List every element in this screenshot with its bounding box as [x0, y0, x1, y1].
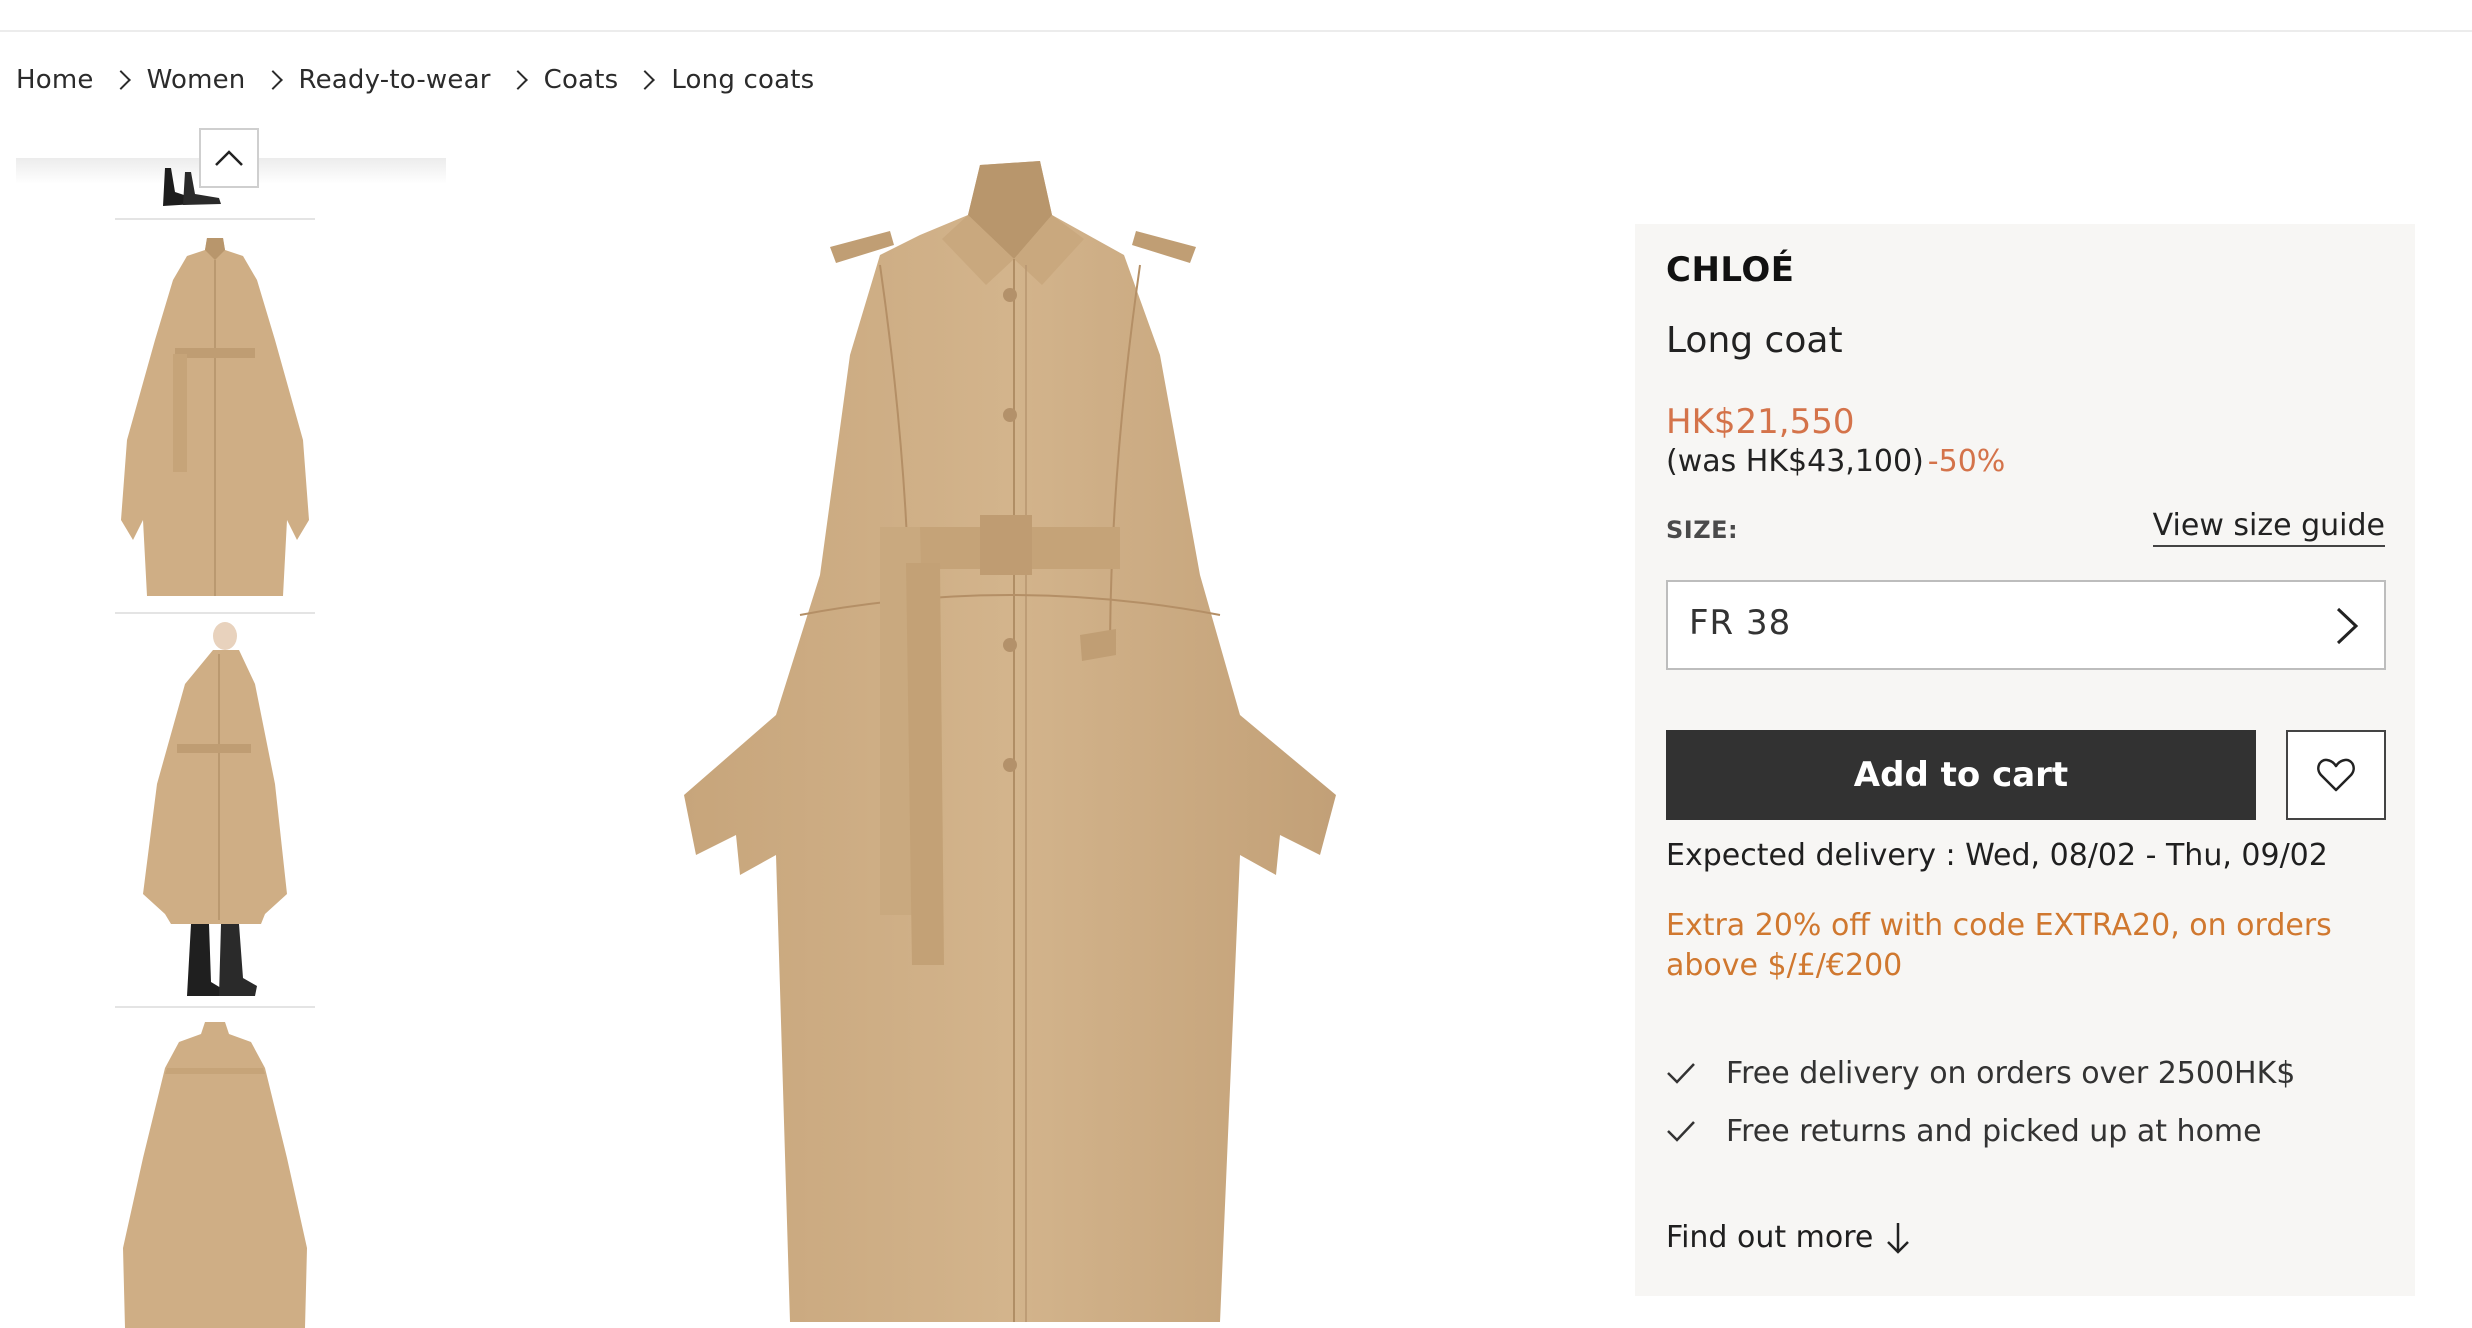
perk-item: Free returns and picked up at home	[1666, 1102, 2295, 1160]
arrow-down-icon	[1887, 1222, 1910, 1254]
chevron-up-icon	[215, 150, 243, 166]
perk-item: Free delivery on orders over 2500HK$	[1666, 1044, 2295, 1102]
find-out-more-link[interactable]: Find out more	[1666, 1220, 1911, 1255]
main-product-image[interactable]	[680, 155, 1340, 1322]
original-price: (was HK$43,100) -50%	[1666, 444, 2005, 479]
header-divider	[0, 30, 2472, 32]
size-label: SIZE:	[1666, 516, 1739, 544]
selected-size: FR 38	[1689, 603, 1792, 643]
breadcrumb-coats[interactable]: Coats	[544, 65, 619, 95]
chevron-right-icon	[262, 70, 283, 90]
chevron-right-icon	[507, 70, 528, 90]
perk-text: Free delivery on orders over 2500HK$	[1726, 1055, 2296, 1091]
size-selector[interactable]: FR 38	[1666, 580, 2386, 670]
thumbnail-back-view[interactable]	[115, 1008, 315, 1328]
expected-delivery: Expected delivery : Wed, 08/02 - Thu, 09…	[1666, 838, 2328, 873]
wishlist-button[interactable]	[2286, 730, 2386, 820]
check-icon	[1666, 1119, 1696, 1143]
breadcrumb-home[interactable]: Home	[16, 65, 94, 95]
check-icon	[1666, 1061, 1696, 1085]
breadcrumb-women[interactable]: Women	[147, 65, 246, 95]
thumbnail-rail	[16, 128, 446, 1328]
size-guide-link[interactable]: View size guide	[2152, 508, 2385, 547]
promo-message: Extra 20% off with code EXTRA20, on orde…	[1666, 908, 2332, 983]
breadcrumb-ready-to-wear[interactable]: Ready-to-wear	[299, 65, 491, 95]
chevron-right-icon	[635, 70, 656, 90]
was-price: (was HK$43,100)	[1666, 444, 1924, 479]
chevron-right-icon	[110, 70, 131, 90]
perks-list: Free delivery on orders over 2500HK$ Fre…	[1666, 1044, 2295, 1160]
thumbnail-front-view[interactable]	[115, 220, 315, 614]
product-name: Long coat	[1666, 320, 1843, 361]
breadcrumb: Home Women Ready-to-wear Coats Long coat…	[16, 60, 814, 100]
chevron-right-icon	[2334, 606, 2360, 650]
heart-icon	[2317, 758, 2355, 792]
scroll-up-button[interactable]	[199, 128, 259, 188]
discount-badge: -50%	[1927, 444, 2006, 479]
thumbnail-side-model[interactable]	[115, 614, 315, 1008]
perk-text: Free returns and picked up at home	[1726, 1113, 2262, 1149]
brand-name[interactable]: CHLOÉ	[1666, 250, 1795, 290]
breadcrumb-long-coats[interactable]: Long coats	[671, 65, 814, 95]
find-out-more-label: Find out more	[1666, 1220, 1874, 1255]
sale-price: HK$21,550	[1666, 402, 1855, 442]
add-to-cart-button[interactable]: Add to cart	[1666, 730, 2256, 820]
product-info-panel: CHLOÉ Long coat HK$21,550 (was HK$43,100…	[1635, 224, 2415, 1296]
